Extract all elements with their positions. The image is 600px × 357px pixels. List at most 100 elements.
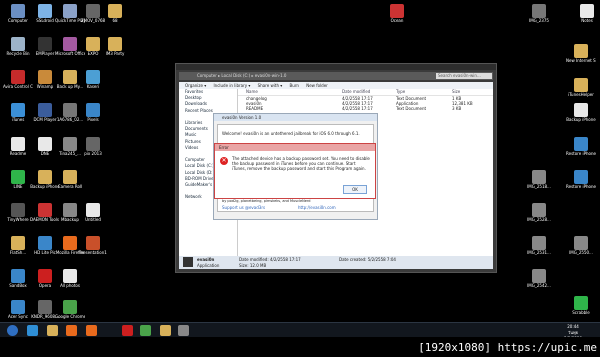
taskbar-explorer-icon[interactable] [47, 325, 58, 336]
organize-button[interactable]: Organize ▾ [185, 83, 206, 88]
desktop-icon-image [532, 203, 546, 217]
taskbar-start-button-icon[interactable] [7, 325, 18, 336]
explorer-toolbar: Organize ▾ Include in library ▾ Share wi… [179, 82, 493, 89]
share-button[interactable]: Share with ▾ [258, 83, 283, 88]
taskbar-media-icon[interactable] [66, 325, 77, 336]
desktop-icon[interactable]: Acer Sync [3, 300, 33, 319]
desktop-icon-image [63, 203, 77, 217]
desktop-icon-label: Recycle Bin [6, 51, 30, 56]
desktop-icon[interactable]: Restore iPhone [566, 137, 596, 156]
desktop-icon-image [11, 103, 25, 117]
desktop-icon[interactable]: Presentation1 [78, 236, 108, 255]
desktop-icon-image [86, 103, 100, 117]
desktop-icon[interactable]: Notes [572, 4, 600, 23]
desktop-icon-image [38, 300, 52, 314]
taskbar-ie-icon[interactable] [27, 325, 38, 336]
site-link[interactable]: http://evasi0n.com [298, 205, 336, 210]
taskbar-chrome-icon[interactable] [140, 325, 151, 336]
desktop-icon[interactable]: IM3 Party [100, 37, 130, 56]
desktop-icon-label: New Internet Shortcut [566, 58, 596, 63]
desktop-icon-label: Backup iPhone [566, 117, 596, 122]
desktop-icon[interactable]: Kaseri [78, 70, 108, 89]
desktop-icon-image [86, 37, 100, 51]
desktop-icon[interactable]: Recycle Bin [3, 37, 33, 56]
desktop-icon-image [574, 170, 588, 184]
file-name: README [246, 106, 264, 111]
desktop-icon[interactable]: Avira Control Center [3, 70, 33, 89]
desktop-icon-label: Camera Roll [57, 184, 83, 189]
file-row[interactable]: README 4/2/2558 17:17 Text Document 3 KB [238, 106, 493, 111]
support-link[interactable]: Support us @evad3rs [222, 205, 265, 210]
desktop-icon-label: pix 2013 [84, 151, 102, 156]
desktop-icon[interactable]: 68 [100, 4, 130, 23]
error-icon: ✕ [220, 157, 228, 165]
watermark-text: [1920x1080] https://upic.me [418, 341, 597, 354]
column-date[interactable]: Date modified [342, 89, 370, 95]
desktop-icon-image [38, 103, 52, 117]
desktop-icon[interactable]: LINE [3, 170, 33, 189]
desktop-icon-image [38, 70, 52, 84]
desktop-icon-image [86, 4, 100, 18]
desktop-icon-image [86, 203, 100, 217]
desktop-icon[interactable]: Backup iPhone [566, 103, 596, 122]
ok-button[interactable]: OK [343, 185, 367, 194]
burn-button[interactable]: Burn [290, 83, 299, 88]
desktop-icon[interactable]: All photos [55, 269, 85, 288]
desktop-icon-image [63, 70, 77, 84]
new-folder-button[interactable]: New folder [306, 83, 328, 88]
desktop-icon[interactable]: Readme [3, 137, 33, 156]
desktop-icon[interactable]: iTunesHelper [566, 78, 596, 97]
desktop-icon-label: IMG_2528... [527, 217, 551, 222]
desktop-icon[interactable]: IMG_2518... [524, 170, 554, 189]
desktop-icon[interactable]: Ocean [382, 4, 412, 23]
column-size[interactable]: Size [452, 89, 460, 95]
desktop-icon[interactable]: Google Chrome [55, 300, 85, 319]
desktop-icon-image [11, 269, 25, 283]
desktop-icon-label: Pixels [87, 117, 99, 122]
desktop-icon[interactable]: IMG_2550... [566, 236, 596, 255]
desktop-icon[interactable]: Untitled [78, 203, 108, 222]
search-input[interactable]: Search evasi0n-win... [436, 73, 492, 79]
details-date: Date modified: 4/2/2558 17:17 [239, 257, 301, 262]
taskbar-evasi0n-task-icon[interactable] [178, 325, 189, 336]
desktop-icon-label: Computer [8, 18, 28, 23]
desktop-icon[interactable]: SandBox [3, 269, 33, 288]
error-title: Error [215, 144, 375, 151]
desktop-icon[interactable]: New Internet Shortcut [566, 44, 596, 63]
column-name[interactable]: Name [246, 89, 258, 95]
explorer-titlebar[interactable] [176, 64, 496, 70]
taskbar: 20:44 วันพุธ 5/2/2558 [0, 322, 600, 341]
evasion-title[interactable]: evasi0n Version 1.0 [214, 114, 377, 121]
desktop-icon[interactable]: Restore iPhone [566, 170, 596, 189]
desktop-icon-label: Acer Sync [8, 314, 28, 319]
desktop-icon-image [11, 70, 25, 84]
desktop-icon[interactable]: FlatSh... [3, 236, 33, 255]
desktop-icon-label: Restore iPhone [566, 184, 596, 189]
desktop-icon-image [38, 4, 52, 18]
desktop-icon[interactable]: TinyWhere [3, 203, 33, 222]
include-library-button[interactable]: Include in library ▾ [213, 83, 250, 88]
desktop-icon-label: Untitled [85, 217, 101, 222]
desktop-icon[interactable]: IMG_2542... [524, 269, 554, 288]
taskbar-opera-icon[interactable] [122, 325, 133, 336]
desktop-icon-label: IMG_2531... [527, 250, 551, 255]
desktop-icon-label: iTunesHelper [568, 92, 594, 97]
desktop-icon[interactable]: Pixels [78, 103, 108, 122]
desktop-icon-image [574, 103, 588, 117]
taskbar-folder-icon[interactable] [160, 325, 171, 336]
desktop-icon-label: IMG_2542... [527, 283, 551, 288]
desktop-icon-image [86, 137, 100, 151]
desktop-icon[interactable]: Scrabble [566, 296, 596, 315]
desktop-icon[interactable]: IMG_2531... [524, 236, 554, 255]
desktop-icon[interactable]: Computer [3, 4, 33, 23]
column-type[interactable]: Type [396, 89, 405, 95]
desktop-icon[interactable]: Camera Roll [55, 170, 85, 189]
details-name: evasi0n [197, 257, 215, 262]
taskbar-firefox-icon[interactable] [86, 325, 97, 336]
desktop-icon[interactable]: IMG_2375 [524, 4, 554, 23]
desktop-icon[interactable]: pix 2013 [78, 137, 108, 156]
desktop-icon[interactable]: IMG_2528... [524, 203, 554, 222]
desktop-icon[interactable]: iTunes [3, 103, 33, 122]
error-dialog[interactable]: Error ✕ The attached device has a backup… [214, 143, 376, 199]
desktop-icon-label: iTunes [11, 117, 25, 122]
